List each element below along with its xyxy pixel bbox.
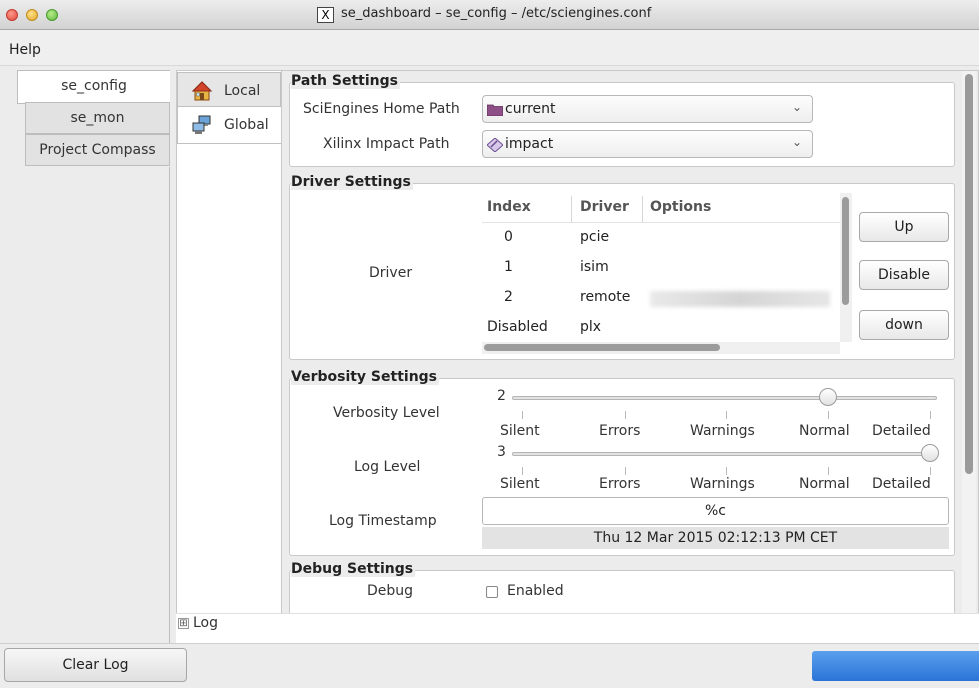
tab-global-label: Global	[224, 117, 269, 133]
col-header-driver[interactable]: Driver	[580, 199, 629, 215]
level-errors: Errors	[599, 476, 641, 492]
tab-se-config[interactable]: se_config	[17, 70, 170, 104]
home-path-label: SciEngines Home Path	[303, 101, 460, 117]
driver-table: Index Driver Options 0 pcie 1 isim 2 rem…	[482, 193, 852, 355]
tab-local-label: Local	[224, 83, 261, 99]
verbosity-level-label: Verbosity Level	[333, 405, 440, 421]
driver-label: Driver	[369, 265, 413, 281]
tick-mark	[625, 467, 626, 475]
path-settings-title: Path Settings	[291, 73, 400, 89]
tab-project-compass[interactable]: Project Compass	[25, 134, 170, 166]
row-driver: isim	[580, 259, 609, 275]
row-driver: plx	[580, 319, 602, 335]
debug-label: Debug	[367, 583, 414, 599]
row-index: Disabled	[487, 319, 548, 335]
horizontal-scrollbar[interactable]	[482, 342, 840, 354]
tick-mark	[625, 411, 626, 419]
menu-help[interactable]: Help	[9, 42, 41, 58]
level-detailed: Detailed	[872, 423, 931, 439]
xilinx-path-label: Xilinx Impact Path	[323, 136, 450, 152]
chevron-down-icon: ⌄	[791, 135, 802, 149]
level-errors: Errors	[599, 423, 641, 439]
log-level-slider[interactable]	[512, 452, 937, 456]
level-silent: Silent	[500, 423, 540, 439]
row-driver: pcie	[580, 229, 610, 245]
tab-se-mon[interactable]: se_mon	[25, 102, 170, 134]
verbosity-value: 2	[497, 388, 506, 404]
log-bar	[176, 613, 979, 643]
menu-bar: Help	[0, 30, 979, 66]
log-level-label: Log Level	[354, 459, 421, 475]
tick-mark	[726, 411, 727, 419]
tick-mark	[522, 411, 523, 419]
tick-mark	[522, 467, 523, 475]
tab-local[interactable]: Local	[177, 72, 281, 110]
tick-mark	[930, 411, 931, 419]
window-title: se_dashboard – se_config – /etc/sciengin…	[341, 6, 652, 21]
tick-mark	[828, 411, 829, 419]
level-normal: Normal	[799, 476, 850, 492]
house-icon	[191, 81, 213, 101]
network-computers-icon	[192, 115, 212, 135]
row-index: 1	[504, 259, 513, 275]
driver-disable-button[interactable]: Disable	[859, 260, 949, 290]
level-warnings: Warnings	[690, 476, 755, 492]
blurred-options	[650, 291, 830, 307]
vertical-scroll-thumb[interactable]	[842, 197, 849, 305]
clear-log-button[interactable]: Clear Log	[4, 648, 187, 682]
level-detailed: Detailed	[872, 476, 931, 492]
x11-app-icon: X	[317, 7, 334, 23]
level-warnings: Warnings	[690, 423, 755, 439]
driver-up-button[interactable]: Up	[859, 212, 949, 242]
xilinx-path-value: impact	[505, 136, 554, 152]
column-separator	[571, 196, 572, 222]
checkbox-box[interactable]	[486, 586, 498, 598]
close-window-button[interactable]	[6, 9, 18, 21]
row-index: 2	[504, 289, 513, 305]
column-separator	[642, 196, 643, 222]
vertical-scrollbar[interactable]	[840, 193, 852, 342]
progress-bar	[812, 651, 979, 681]
log-level-value: 3	[497, 444, 506, 460]
level-normal: Normal	[799, 423, 850, 439]
row-driver: remote	[580, 289, 631, 305]
tick-mark	[828, 467, 829, 475]
log-expander-icon[interactable]: ⊞	[178, 618, 189, 629]
verbosity-settings-title: Verbosity Settings	[291, 369, 440, 385]
col-header-index[interactable]: Index	[487, 199, 531, 215]
log-level-slider-knob[interactable]	[921, 444, 939, 462]
col-header-options[interactable]: Options	[650, 199, 711, 215]
executable-diamond-icon	[486, 137, 504, 153]
minimize-window-button[interactable]	[26, 9, 38, 21]
title-bar: X se_dashboard – se_config – /etc/scieng…	[0, 0, 979, 30]
log-timestamp-preview: Thu 12 Mar 2015 02:12:13 PM CET	[482, 527, 949, 549]
folder-icon	[486, 103, 504, 117]
chevron-down-icon: ⌄	[791, 100, 802, 114]
content-scroll-thumb[interactable]	[965, 74, 973, 474]
global-settings-content: Path Settings SciEngines Home Path curre…	[282, 71, 978, 635]
content-vertical-scrollbar[interactable]	[962, 71, 976, 635]
horizontal-scroll-thumb[interactable]	[484, 344, 720, 351]
home-path-combo[interactable]: current ⌄	[482, 95, 813, 123]
tick-mark	[930, 467, 931, 475]
log-label[interactable]: Log	[193, 615, 218, 631]
row-index: 0	[504, 229, 513, 245]
zoom-window-button[interactable]	[46, 9, 58, 21]
xilinx-path-combo[interactable]: impact ⌄	[482, 130, 813, 158]
verbosity-slider[interactable]	[512, 396, 937, 400]
log-timestamp-label: Log Timestamp	[329, 513, 437, 529]
driver-down-button[interactable]: down	[859, 310, 949, 340]
tab-global[interactable]: Global	[177, 106, 281, 144]
left-tab-pane	[25, 167, 170, 643]
verbosity-slider-knob[interactable]	[819, 388, 837, 406]
home-path-value: current	[505, 101, 556, 117]
tick-mark	[726, 467, 727, 475]
driver-settings-title: Driver Settings	[291, 174, 413, 190]
level-silent: Silent	[500, 476, 540, 492]
debug-enabled-label: Enabled	[507, 583, 564, 599]
debug-settings-title: Debug Settings	[291, 561, 416, 577]
header-divider	[482, 222, 842, 223]
log-timestamp-input[interactable]: %c	[482, 497, 949, 525]
